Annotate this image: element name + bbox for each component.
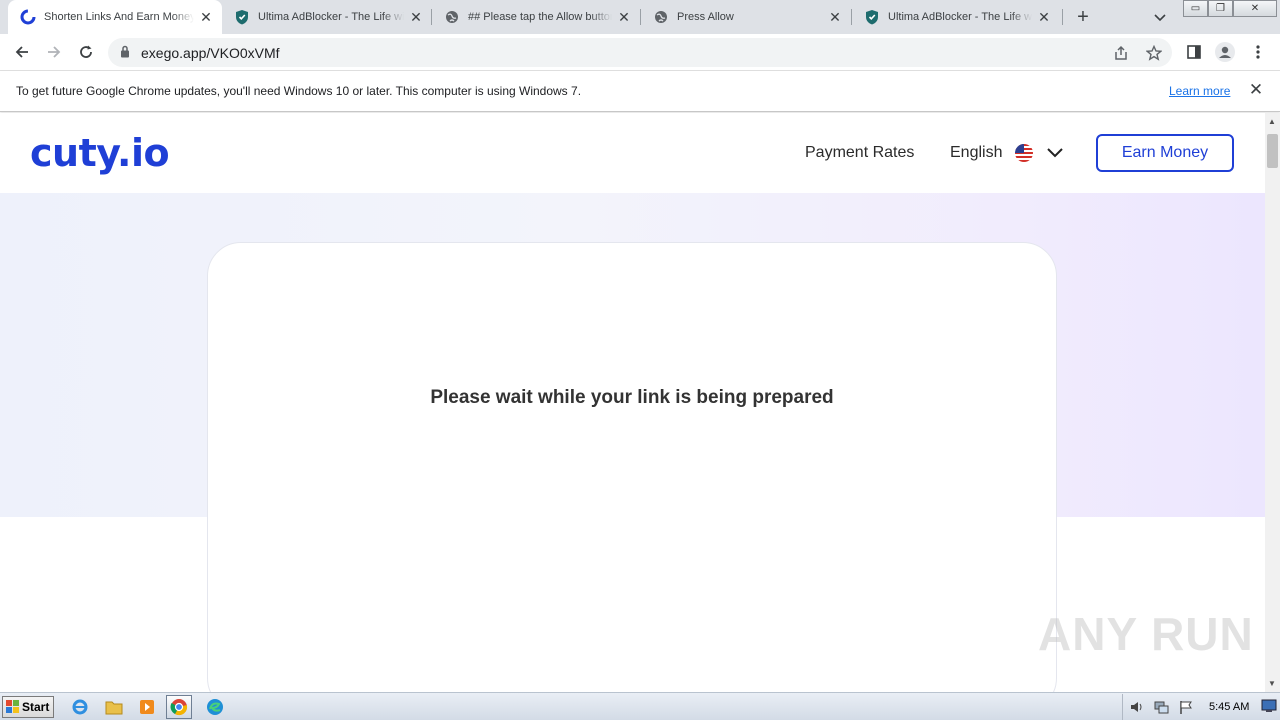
back-arrow-icon (15, 46, 28, 58)
infobar-close-icon[interactable]: ✕ (1248, 81, 1264, 98)
scroll-up-arrow-icon[interactable]: ▲ (1268, 117, 1276, 126)
folder-icon (105, 701, 123, 715)
tab-ultima-adblocker-2[interactable]: Ultima AdBlocker - The Life with ✕ (852, 0, 1060, 34)
taskbar-media-player[interactable] (134, 695, 160, 719)
scroll-down-arrow-icon[interactable]: ▼ (1268, 679, 1276, 688)
tab-press-allow[interactable]: Press Allow ✕ (641, 0, 851, 34)
browser-toolbar: exego.app/VKO0xVMf (0, 34, 1280, 71)
forward-button[interactable] (44, 42, 64, 62)
shield-icon (234, 9, 250, 25)
update-infobar: To get future Google Chrome updates, you… (0, 71, 1280, 112)
tab-title: ## Please tap the Allow button (468, 11, 612, 23)
close-tab-icon[interactable]: ✕ (1036, 9, 1052, 25)
show-desktop-icon[interactable] (1261, 699, 1277, 715)
link-preparation-card: Please wait while your link is being pre… (207, 242, 1057, 692)
system-tray: 5:45 AM (1122, 694, 1280, 720)
close-tab-icon[interactable]: ✕ (827, 9, 843, 25)
tab-strip: Shorten Links And Earn Money ✕ Ultima Ad… (0, 0, 1280, 34)
tab-separator (1062, 9, 1063, 25)
learn-more-link[interactable]: Learn more (1169, 84, 1230, 98)
tab-title: Ultima AdBlocker - The Life with (258, 11, 404, 23)
share-icon[interactable] (1112, 44, 1130, 62)
close-tab-icon[interactable]: ✕ (616, 9, 632, 25)
tab-title: Press Allow (677, 11, 734, 23)
close-tab-icon[interactable]: ✕ (408, 9, 424, 25)
minimize-button[interactable]: ▭ (1183, 0, 1208, 17)
taskbar-explorer[interactable] (101, 695, 127, 719)
internet-explorer-icon (72, 699, 88, 715)
page-viewport: cuty.io Payment Rates English Earn Money… (0, 113, 1265, 692)
taskbar-ie[interactable] (67, 695, 93, 719)
bookmark-star-icon[interactable] (1145, 44, 1163, 62)
taskbar-chrome[interactable] (166, 695, 192, 719)
tab-title: Shorten Links And Earn Money (44, 11, 194, 23)
start-label: Start (22, 700, 50, 714)
tab-cuty[interactable]: Shorten Links And Earn Money ✕ (8, 0, 222, 34)
menu-button[interactable] (1248, 42, 1268, 62)
side-panel-button[interactable] (1184, 42, 1204, 62)
back-button[interactable] (12, 42, 32, 62)
tab-title: Ultima AdBlocker - The Life with (888, 11, 1032, 23)
globe-icon (653, 9, 669, 25)
tab-ultima-adblocker[interactable]: Ultima AdBlocker - The Life with ✕ (222, 0, 432, 34)
earn-money-button[interactable]: Earn Money (1096, 134, 1234, 172)
start-button[interactable]: Start (2, 696, 54, 718)
restore-button[interactable]: ❐ (1208, 0, 1233, 17)
edge-icon (207, 699, 223, 715)
tab-please-tap-allow[interactable]: ## Please tap the Allow button ✕ (432, 0, 640, 34)
globe-icon (444, 9, 460, 25)
media-player-icon (140, 700, 154, 714)
page-scrollbar[interactable]: ▲ ▼ (1265, 113, 1280, 692)
site-header: cuty.io Payment Rates English Earn Money (0, 113, 1265, 193)
cuty-logo[interactable]: cuty.io (30, 131, 170, 175)
infobar-message: To get future Google Chrome updates, you… (16, 84, 582, 98)
us-flag-icon[interactable] (1015, 144, 1033, 162)
scrollbar-thumb[interactable] (1267, 134, 1278, 168)
reload-button[interactable] (76, 42, 96, 62)
profile-avatar-icon (1215, 42, 1235, 62)
network-icon[interactable] (1153, 699, 1169, 715)
shield-icon (864, 9, 880, 25)
forward-arrow-icon (48, 46, 61, 58)
taskbar-edge[interactable] (202, 695, 228, 719)
new-tab-button[interactable]: + (1073, 7, 1093, 27)
windows-taskbar: Start 5:45 AM (0, 692, 1280, 720)
volume-icon[interactable] (1129, 699, 1145, 715)
close-tab-icon[interactable]: ✕ (198, 9, 214, 25)
side-panel-icon (1187, 45, 1201, 59)
profile-button[interactable] (1215, 42, 1235, 62)
address-bar[interactable]: exego.app/VKO0xVMf (108, 38, 1172, 67)
payment-rates-link[interactable]: Payment Rates (805, 144, 914, 162)
language-selector[interactable]: English (950, 144, 1002, 162)
language-chevron-down-icon[interactable] (1046, 146, 1064, 165)
windows-logo-icon (6, 700, 19, 713)
anyrun-watermark: ANY RUN (1038, 608, 1254, 660)
kebab-menu-icon (1256, 45, 1260, 59)
lock-icon[interactable] (120, 45, 130, 63)
wait-message: Please wait while your link is being pre… (430, 387, 834, 408)
clock[interactable]: 5:45 AM (1209, 701, 1249, 713)
cuty-icon (20, 9, 36, 25)
tab-search-chevron-icon[interactable] (1152, 9, 1168, 25)
url-text[interactable]: exego.app/VKO0xVMf (141, 45, 280, 61)
reload-icon (80, 45, 92, 58)
chrome-icon (170, 699, 188, 716)
close-window-button[interactable]: ✕ (1233, 0, 1277, 17)
action-center-flag-icon[interactable] (1178, 699, 1194, 715)
